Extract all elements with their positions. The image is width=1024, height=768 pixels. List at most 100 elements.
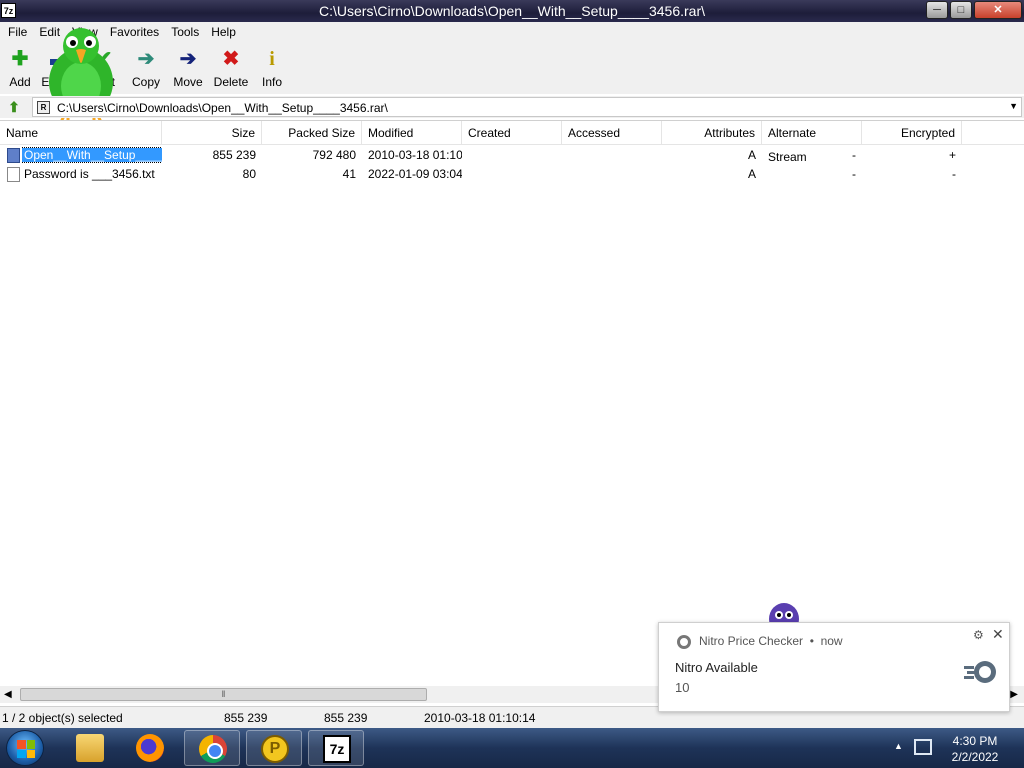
menu-tools[interactable]: Tools xyxy=(165,22,205,42)
maximize-icon: □ xyxy=(957,4,965,16)
notification-body: 10 xyxy=(675,680,690,695)
gear-icon[interactable]: ⚙ xyxy=(973,628,984,642)
col-accessed-label: Accessed xyxy=(568,126,621,140)
info-button[interactable]: i Info xyxy=(252,48,292,89)
firefox-icon xyxy=(136,734,164,762)
col-modified-label: Modified xyxy=(368,126,414,140)
copy-button[interactable]: ➔ Copy xyxy=(126,48,166,89)
status-size: 855 239 xyxy=(224,711,268,725)
col-accessed[interactable]: Accessed xyxy=(562,121,662,145)
table-row[interactable]: Password is ___3456.txt 80 41 2022-01-09… xyxy=(0,165,1024,184)
move-label: Move xyxy=(173,75,203,89)
scrollbar-thumb[interactable]: ‖ xyxy=(20,688,427,701)
file-created xyxy=(468,146,562,165)
col-name[interactable]: Name xyxy=(0,121,162,145)
address-path: C:\Users\Cirno\Downloads\Open__With__Set… xyxy=(57,101,388,115)
p-icon: P xyxy=(261,735,289,763)
file-packed-size: 41 xyxy=(342,167,356,181)
col-packed-size-label: Packed Size xyxy=(288,126,355,140)
start-button[interactable] xyxy=(6,730,44,766)
file-accessed xyxy=(568,165,662,184)
notification-title: Nitro Available xyxy=(675,660,758,675)
delete-label: Delete xyxy=(213,75,249,89)
table-row[interactable]: Open__With__Setup____... 855 239 792 480… xyxy=(0,146,1024,165)
status-packed: 855 239 xyxy=(324,711,368,725)
up-folder-button[interactable]: ⬆ xyxy=(3,98,25,116)
col-attributes-label: Attributes xyxy=(704,126,755,140)
close-icon: ✕ xyxy=(993,4,1003,16)
system-clock[interactable]: 4:30 PM 2/2/2022 xyxy=(940,733,1010,765)
minimize-button[interactable]: ─ xyxy=(926,1,948,19)
status-modified: 2010-03-18 01:10:14 xyxy=(424,711,536,725)
info-icon: i xyxy=(269,48,275,70)
scroll-right-icon[interactable]: ▶ xyxy=(1010,689,1018,700)
close-button[interactable]: ✕ xyxy=(974,1,1022,19)
add-label: Add xyxy=(9,75,31,89)
taskbar-chrome[interactable] xyxy=(184,730,240,766)
address-field[interactable]: R C:\Users\Cirno\Downloads\Open__With__S… xyxy=(32,97,1022,117)
copy-arrow-icon: ➔ xyxy=(137,48,155,70)
window-titlebar[interactable]: 7z C:\Users\Cirno\Downloads\Open__With__… xyxy=(0,0,1024,22)
chrome-icon xyxy=(199,735,227,763)
menu-bar: File Edit View Favorites Tools Help xyxy=(0,22,1024,42)
move-arrow-icon: ➔ xyxy=(179,48,197,70)
file-encrypted: - xyxy=(952,167,956,181)
taskbar-7zip[interactable]: 7z xyxy=(308,730,364,766)
file-size: 855 239 xyxy=(212,148,256,162)
file-accessed xyxy=(568,146,662,165)
file-name[interactable]: Open__With__Setup____... xyxy=(22,147,162,163)
exe-file-icon xyxy=(7,148,20,163)
nitro-logo-icon xyxy=(964,661,996,683)
notification-source-line: Nitro Price Checker • now xyxy=(699,634,843,648)
copy-label: Copy xyxy=(131,75,160,89)
tray-expand-icon[interactable]: ▲ xyxy=(894,741,903,751)
address-bar: ⬆ R C:\Users\Cirno\Downloads\Open__With_… xyxy=(0,96,1024,118)
col-encrypted[interactable]: Encrypted xyxy=(862,121,962,145)
windows-logo-icon xyxy=(17,740,35,758)
file-size: 80 xyxy=(242,167,256,181)
file-modified: 2022-01-09 03:04 xyxy=(368,167,462,181)
col-created[interactable]: Created xyxy=(462,121,562,145)
col-attributes[interactable]: Attributes xyxy=(662,121,762,145)
text-file-icon xyxy=(7,167,20,182)
file-attributes: A xyxy=(747,167,756,181)
status-selection: 1 / 2 object(s) selected xyxy=(2,711,123,725)
plus-icon: ✚ xyxy=(11,48,29,70)
file-packed-size: 792 480 xyxy=(312,148,356,162)
close-notification-icon[interactable]: ✕ xyxy=(992,626,1004,643)
notification-toast[interactable]: Nitro Price Checker • now ⚙ ✕ Nitro Avai… xyxy=(658,622,1010,712)
file-attributes: A xyxy=(747,148,756,162)
col-created-label: Created xyxy=(468,126,511,140)
col-encrypted-label: Encrypted xyxy=(900,126,955,140)
maximize-button[interactable]: □ xyxy=(950,1,972,19)
file-modified: 2010-03-18 01:10 xyxy=(368,148,462,162)
file-created xyxy=(468,165,562,184)
info-label: Info xyxy=(261,75,282,89)
window-title: C:\Users\Cirno\Downloads\Open__With__Set… xyxy=(319,3,705,19)
delete-button[interactable]: ✖ Delete xyxy=(211,48,251,89)
move-button[interactable]: ➔ Move xyxy=(168,48,208,89)
col-size[interactable]: Size xyxy=(162,121,262,145)
network-icon[interactable] xyxy=(914,739,932,755)
add-button[interactable]: ✚ Add xyxy=(0,48,40,89)
taskbar-firefox[interactable] xyxy=(122,730,178,766)
taskbar-explorer[interactable] xyxy=(62,730,118,766)
scroll-left-icon[interactable]: ◀ xyxy=(4,689,12,700)
column-header-row: Name Size Packed Size Modified Created A… xyxy=(0,121,1024,164)
menu-help[interactable]: Help xyxy=(205,22,242,42)
taskbar-p-app[interactable]: P xyxy=(246,730,302,766)
file-encrypted: + xyxy=(948,148,956,162)
file-name[interactable]: Password is ___3456.txt xyxy=(24,165,162,184)
menu-file[interactable]: File xyxy=(2,22,33,42)
file-list: Name Size Packed Size Modified Created A… xyxy=(0,120,1024,686)
col-size-label: Size xyxy=(231,126,255,140)
chevron-down-icon[interactable]: ▼ xyxy=(1009,101,1018,111)
col-packed-size[interactable]: Packed Size xyxy=(262,121,362,145)
col-modified[interactable]: Modified xyxy=(362,121,462,145)
7z-icon: 7z xyxy=(323,735,351,763)
delete-x-icon: ✖ xyxy=(222,48,240,70)
toolbar: ✚ Add ▬ Extract ✔ Test ➔ Copy ➔ Move ✖ D… xyxy=(0,42,1024,94)
col-alternate-stream[interactable]: Alternate Stream xyxy=(762,121,862,164)
clock-time: 4:30 PM xyxy=(952,734,998,748)
file-alt-stream: - xyxy=(852,167,856,181)
